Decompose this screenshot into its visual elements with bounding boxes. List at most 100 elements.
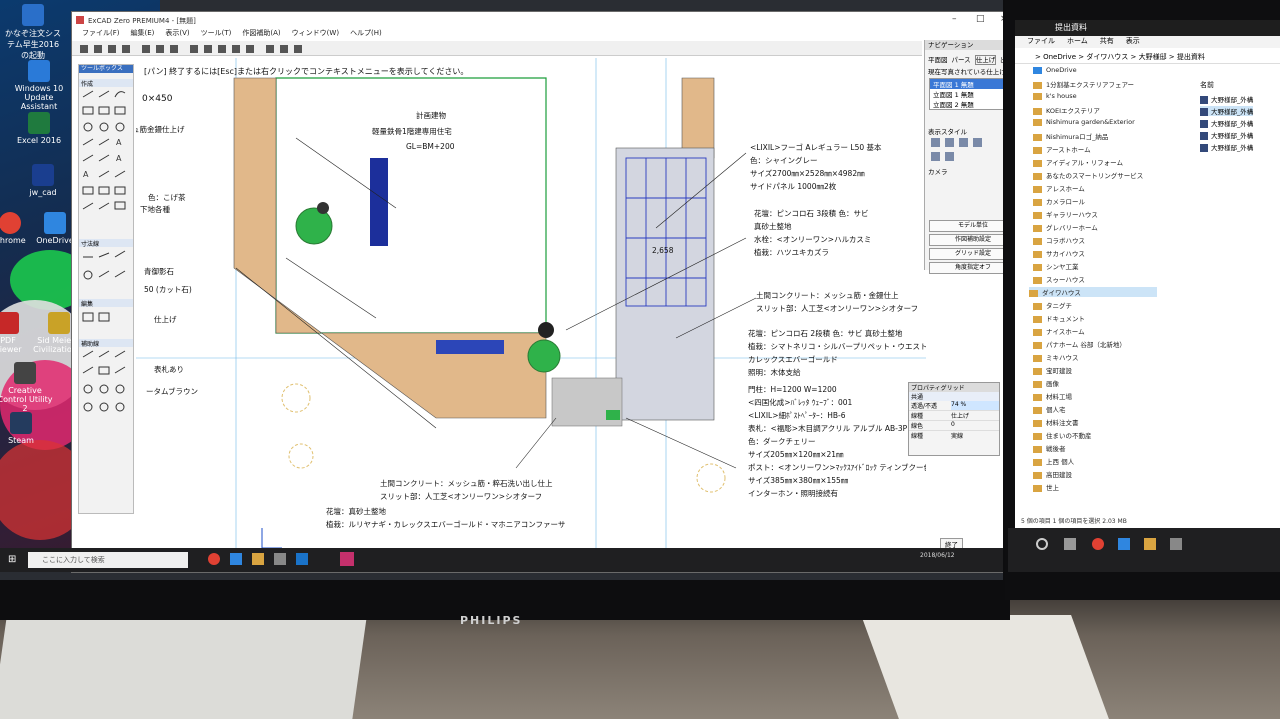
toolbox-section-edit[interactable]: 編集 [79, 299, 133, 308]
drawing-aid-settings-button[interactable]: 作図補助設定 [929, 234, 1003, 246]
folder-tree-item[interactable]: パナホーム 谷部（北新地） [1033, 339, 1126, 349]
folder-tree-item[interactable]: 1分割基エクステリアフェアー [1033, 79, 1134, 89]
create-tool-icons[interactable]: A A A [79, 87, 131, 237]
toolbar-icons[interactable] [72, 42, 372, 56]
nav-row-1[interactable]: 立面図 1 無題 [930, 89, 1003, 99]
folder-tree-item[interactable]: 戦後者 [1033, 443, 1066, 453]
folder-tree-item[interactable]: ダイワハウス [1029, 287, 1157, 297]
close-button[interactable]: × [1000, 14, 1003, 24]
cortana-icon[interactable] [1036, 538, 1048, 550]
folder-tree-item[interactable]: ドキュメント [1033, 313, 1085, 323]
menu-file[interactable]: ファイル(F) [82, 29, 120, 37]
store-taskbar-icon[interactable] [1170, 538, 1182, 550]
ribbon-share[interactable]: 共有 [1100, 37, 1114, 45]
model-unit-button[interactable]: モデル単位 [929, 220, 1003, 232]
taskbar-search-input[interactable]: ここに入力して検索 [28, 552, 188, 568]
nav-row-0[interactable]: 平面図 1 無題 [930, 79, 1003, 89]
menu-help[interactable]: ヘルプ(H) [350, 29, 382, 37]
folder-tree-item[interactable]: グレバリーホーム [1033, 222, 1098, 232]
store-taskbar-icon[interactable] [274, 553, 286, 565]
menu-tools[interactable]: ツール(T) [201, 29, 232, 37]
nav-row-2[interactable]: 立面図 2 無題 [930, 99, 1003, 109]
prop-row[interactable]: 線種 仕上げ [909, 411, 999, 421]
desktop-icon-6[interactable]: PDF Viewer [0, 312, 30, 368]
folder-tree-item[interactable]: あなたのスマートリングサービス [1033, 170, 1143, 180]
folder-tree-item[interactable]: カメラロール [1033, 196, 1085, 206]
folder-tree-item[interactable]: 上西 個人 [1033, 456, 1074, 466]
nav-tab-finish[interactable]: 仕上げ [974, 55, 997, 65]
folder-tree-item[interactable]: 個人宅 [1033, 404, 1066, 414]
desktop-icon-0[interactable]: かなぞ注文システム早生2016の起動 [4, 4, 62, 60]
address-bar[interactable]: > OneDrive > ダイワハウス > 大野様邸 > 提出資料 [1015, 50, 1280, 64]
nav-style-icons[interactable] [925, 136, 1003, 164]
prop-value[interactable]: 0 [951, 421, 999, 430]
prop-row[interactable]: 線色 0 [909, 421, 999, 431]
file-row[interactable]: 大野様邸_外構 [1200, 94, 1253, 104]
prop-value[interactable]: 仕上げ [951, 411, 999, 420]
folder-tree-item[interactable]: アレスホーム [1033, 183, 1085, 193]
desktop-icon-9[interactable]: Steam [0, 412, 50, 468]
nav-tab-output[interactable]: 出図 [1000, 56, 1003, 64]
folder-tree-item[interactable]: ギャラリーハウス [1033, 209, 1098, 219]
edit-tool-icons[interactable] [79, 307, 131, 337]
toolbox-section-create[interactable]: 作成 [79, 79, 133, 88]
chrome-taskbar-icon[interactable] [1092, 538, 1104, 550]
folder-tree-item[interactable]: KOEIエクステリア [1033, 105, 1100, 115]
folder-tree-item[interactable]: k's house [1033, 92, 1077, 102]
folder-tree-item[interactable]: サカイハウス [1033, 248, 1085, 258]
maximize-button[interactable]: □ [976, 14, 985, 24]
folder-tree-item[interactable]: スゥーハウス [1033, 274, 1085, 284]
desktop-icon-8[interactable]: Creative Control Utility 2 [0, 362, 54, 418]
file-row[interactable]: 大野様邸_外構 [1200, 118, 1253, 128]
cad-canvas[interactable]: [パン] 終了するには[Esc]または右クリックでコンテキストメニューを表示して… [136, 58, 926, 553]
folder-tree-item[interactable]: 材料注文書 [1033, 417, 1079, 427]
explorer-taskbar-icon[interactable] [252, 553, 264, 565]
folder-tree-item[interactable]: シンヤ工業 [1033, 261, 1079, 271]
edge-taskbar-icon[interactable] [1118, 538, 1130, 550]
angle-off-button[interactable]: 角度指定オフ [929, 262, 1003, 274]
grid-settings-button[interactable]: グリッド設定 [929, 248, 1003, 260]
folder-tree-item[interactable]: 世上 [1033, 482, 1059, 492]
prop-row[interactable]: 透過/不透 74 % [909, 401, 999, 411]
aux-tool-icons[interactable] [79, 347, 131, 457]
folder-tree-item[interactable]: Nishimura garden&Exterior [1033, 118, 1135, 128]
ribbon-file[interactable]: ファイル [1027, 37, 1055, 45]
explorer-taskbar-icon[interactable] [1144, 538, 1156, 550]
menu-drawing-aid[interactable]: 作図補助(A) [242, 29, 280, 37]
folder-tree-item[interactable]: コラボハウス [1033, 235, 1085, 245]
folder-tree-item[interactable]: ミキハウス [1033, 352, 1079, 362]
folder-tree-item[interactable]: アーストホーム [1033, 144, 1091, 154]
file-row[interactable]: 大野様邸_外構 [1200, 142, 1253, 152]
desktop-icon-2[interactable]: Excel 2016 [10, 112, 68, 168]
menu-edit[interactable]: 編集(E) [131, 29, 155, 37]
taskview-icon[interactable] [1064, 538, 1076, 550]
prop-value[interactable]: 74 % [951, 401, 999, 410]
menu-view[interactable]: 表示(V) [165, 29, 189, 37]
file-row[interactable]: 大野様邸_外構 [1200, 130, 1253, 140]
ribbon-home[interactable]: ホーム [1067, 37, 1088, 45]
windows-start-icon[interactable]: ⊞ [8, 554, 16, 565]
folder-tree-item[interactable]: Nishimuraロゴ_納品 [1033, 131, 1108, 141]
ribbon-view[interactable]: 表示 [1126, 37, 1140, 45]
folder-tree-item[interactable]: 高田建設 [1033, 469, 1072, 479]
folder-tree-item[interactable]: アイディアル・リフォーム [1033, 157, 1123, 167]
chrome-taskbar-icon[interactable] [208, 553, 220, 565]
folder-tree-item[interactable]: 宝町建設 [1033, 365, 1072, 375]
minimize-button[interactable]: – [952, 14, 957, 24]
desktop-icon-1[interactable]: Windows 10 Update Assistant [10, 60, 68, 116]
mail-taskbar-icon[interactable] [296, 553, 308, 565]
nav-tab-perspective[interactable]: パース [952, 56, 971, 64]
file-row[interactable]: 大野様邸_外構 [1200, 106, 1254, 116]
prop-value[interactable]: 実線 [951, 431, 999, 440]
folder-tree-item[interactable]: 画像 [1033, 378, 1059, 388]
folder-tree-item[interactable]: ナイスホーム [1033, 326, 1085, 336]
excad-taskbar-icon[interactable] [340, 552, 354, 566]
dimension-tool-icons[interactable] [79, 247, 131, 297]
toolbox-section-aux[interactable]: 補助線 [79, 339, 133, 348]
prop-row[interactable]: 線種 実線 [909, 431, 999, 440]
folder-tree-item[interactable]: 材料工場 [1033, 391, 1072, 401]
nav-tab-plan[interactable]: 平面図 [928, 56, 948, 64]
folder-tree-item[interactable]: OneDrive [1033, 66, 1077, 76]
edge-taskbar-icon[interactable] [230, 553, 242, 565]
menu-window[interactable]: ウィンドウ(W) [292, 29, 339, 37]
